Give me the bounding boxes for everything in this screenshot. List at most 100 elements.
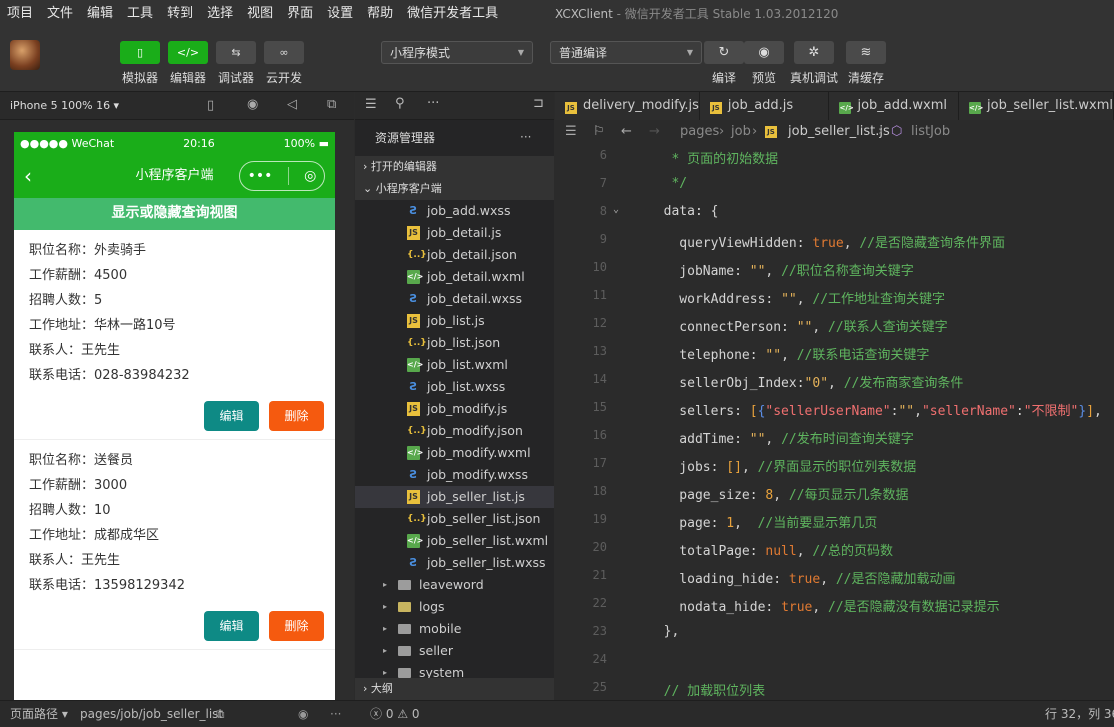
popout-icon[interactable]: ⧉ bbox=[327, 97, 336, 112]
problems-indicator[interactable]: ⓧ 0 ⚠ 0 bbox=[370, 701, 420, 727]
fold-chevron-icon[interactable]: ⌄ bbox=[613, 204, 619, 215]
menu-item-7[interactable]: 界面 bbox=[280, 0, 320, 28]
file-item[interactable]: JS job_seller_list.js bbox=[355, 486, 554, 508]
close-circle-icon[interactable]: ◎ bbox=[304, 168, 316, 184]
editor-tab[interactable]: </> job_seller_list.wxml bbox=[959, 92, 1114, 120]
wxss-file-icon: Ƨ bbox=[409, 380, 418, 393]
cube-icon: ⬡ bbox=[891, 124, 903, 139]
menu-item-2[interactable]: 编辑 bbox=[80, 0, 120, 28]
phone-toggle-button[interactable]: ▯ bbox=[120, 41, 160, 64]
file-item[interactable]: Ƨjob_add.wxss bbox=[355, 200, 554, 222]
more-icon[interactable]: ··· bbox=[330, 701, 341, 727]
outline-section[interactable]: › 大纲 bbox=[355, 678, 554, 700]
layers-icon: ≋ bbox=[860, 45, 872, 60]
file-item[interactable]: {..} job_modify.json bbox=[355, 420, 554, 442]
file-item[interactable]: JS job_modify.js bbox=[355, 398, 554, 420]
eye-icon[interactable]: ◉ bbox=[298, 701, 308, 727]
menu-item-1[interactable]: 文件 bbox=[40, 0, 80, 28]
file-name: job_seller_list.wxss bbox=[427, 555, 546, 570]
editor-tab[interactable]: </> job_add.wxml bbox=[829, 92, 960, 120]
job-title: 职位名称：外卖骑手 bbox=[29, 243, 147, 258]
folder-item[interactable]: ▸ mobile bbox=[355, 618, 554, 640]
bookmark-icon[interactable]: ⚐ bbox=[593, 120, 605, 144]
menu-item-8[interactable]: 设置 bbox=[320, 0, 360, 28]
project-section[interactable]: ⌄ 小程序客户端 bbox=[355, 178, 554, 200]
file-item[interactable]: </> job_detail.wxml bbox=[355, 266, 554, 288]
breadcrumb-pages[interactable]: pages bbox=[680, 120, 719, 144]
folder-item[interactable]: ▸ logs bbox=[355, 596, 554, 618]
capsule-menu[interactable]: ••• ◎ bbox=[239, 161, 325, 191]
menu-item-3[interactable]: 工具 bbox=[120, 0, 160, 28]
bug-button[interactable]: ✲ bbox=[794, 41, 834, 64]
cursor-position[interactable]: 行 32，列 36 bbox=[1045, 701, 1114, 727]
edit-button[interactable]: 编辑 bbox=[204, 611, 259, 641]
menu-item-6[interactable]: 视图 bbox=[240, 0, 280, 28]
file-item[interactable]: JS job_list.js bbox=[355, 310, 554, 332]
file-item[interactable]: {..} job_seller_list.json bbox=[355, 508, 554, 530]
breadcrumb-file[interactable]: job_seller_list.js bbox=[788, 120, 890, 144]
record-icon[interactable]: ◉ bbox=[247, 97, 258, 112]
open-editors-section[interactable]: › 打开的编辑器 bbox=[355, 156, 554, 178]
file-item[interactable]: Ƨjob_modify.wxss bbox=[355, 464, 554, 486]
wxss-file-icon: Ƨ bbox=[409, 556, 418, 569]
json-file-icon: {..} bbox=[407, 426, 427, 436]
file-item[interactable]: </> job_seller_list.wxml bbox=[355, 530, 554, 552]
list-icon[interactable]: ☰ bbox=[365, 97, 377, 112]
refresh-button[interactable]: ↻ bbox=[704, 41, 744, 64]
back-arrow-icon[interactable]: ← bbox=[621, 120, 632, 144]
eye-button[interactable]: ◉ bbox=[744, 41, 784, 64]
more-dots-icon[interactable]: ••• bbox=[248, 168, 273, 184]
user-avatar[interactable] bbox=[10, 40, 40, 70]
forward-arrow-icon[interactable]: → bbox=[649, 120, 660, 144]
layers-button[interactable]: ≋ bbox=[846, 41, 886, 64]
bug-icon: ✲ bbox=[808, 45, 820, 60]
mode-select[interactable]: 小程序模式 ▼ bbox=[381, 41, 533, 64]
phone-icon[interactable]: ▯ bbox=[207, 98, 214, 113]
split-icon[interactable]: ⊐ bbox=[533, 96, 544, 111]
device-select[interactable]: iPhone 5 100% 16 ▾ bbox=[10, 99, 119, 112]
folder-item[interactable]: ▸ seller bbox=[355, 640, 554, 662]
code-toggle-button[interactable]: </> bbox=[168, 41, 208, 64]
menu-item-0[interactable]: 项目 bbox=[0, 0, 40, 28]
edit-button[interactable]: 编辑 bbox=[204, 401, 259, 431]
page-path-menu[interactable]: 页面路径 ▾ bbox=[10, 701, 68, 727]
code-line: addTime: "", //发布时间查询关键字 bbox=[648, 432, 914, 447]
more-icon[interactable]: ··· bbox=[427, 96, 439, 111]
folder-item[interactable]: ▸ leaveword bbox=[355, 574, 554, 596]
debug-switch-toggle-button[interactable]: ⇆ bbox=[216, 41, 256, 64]
cloud-link-toggle-button[interactable]: ∞ bbox=[264, 41, 304, 64]
code-editor[interactable]: ⌄ 6 * 页面的初始数据 7 */ 8 data: {9 queryViewHid… bbox=[555, 144, 1114, 700]
menu-item-9[interactable]: 帮助 bbox=[360, 0, 400, 28]
file-item[interactable]: </> job_list.wxml bbox=[355, 354, 554, 376]
eye-icon: ◉ bbox=[758, 45, 770, 60]
job-contact: 联系人：王先生 bbox=[29, 553, 121, 568]
delete-button[interactable]: 删除 bbox=[269, 401, 324, 431]
menu-item-5[interactable]: 选择 bbox=[200, 0, 240, 28]
menu-item-4[interactable]: 转到 bbox=[160, 0, 200, 28]
folder-icon bbox=[398, 580, 411, 590]
file-item[interactable]: {..} job_list.json bbox=[355, 332, 554, 354]
volume-icon[interactable]: ◁ bbox=[287, 97, 297, 112]
compile-select[interactable]: 普通编译 ▼ bbox=[550, 41, 702, 64]
list-icon[interactable]: ☰ bbox=[565, 120, 577, 144]
breadcrumb-symbol[interactable]: listJob bbox=[911, 120, 950, 144]
file-item[interactable]: Ƨjob_seller_list.wxss bbox=[355, 552, 554, 574]
search-icon[interactable]: ⚲ bbox=[395, 96, 405, 111]
file-item[interactable]: {..} job_detail.json bbox=[355, 244, 554, 266]
file-name: job_list.js bbox=[427, 313, 485, 328]
file-item[interactable]: </> job_modify.wxml bbox=[355, 442, 554, 464]
toggle-query-view-button[interactable]: 显示或隐藏查询视图 bbox=[14, 198, 335, 230]
simulator-header: iPhone 5 100% 16 ▾ ▯ ◉ ◁ ⧉ bbox=[0, 92, 354, 120]
file-item[interactable]: Ƨjob_list.wxss bbox=[355, 376, 554, 398]
menu-item-10[interactable]: 微信开发者工具 bbox=[400, 0, 505, 28]
page-path: pages/job/job_seller_list bbox=[80, 707, 224, 721]
editor-tab[interactable]: JS job_add.js bbox=[699, 92, 830, 120]
editor-tab[interactable]: JS delivery_modify.js bbox=[555, 92, 700, 120]
copy-icon[interactable]: ⧉ bbox=[216, 701, 225, 727]
breadcrumb-job[interactable]: job bbox=[731, 120, 751, 144]
file-item[interactable]: JS job_detail.js bbox=[355, 222, 554, 244]
file-item[interactable]: Ƨjob_detail.wxss bbox=[355, 288, 554, 310]
nav-bar: ‹ 小程序客户端 ••• ◎ bbox=[14, 154, 335, 198]
more-icon[interactable]: ··· bbox=[520, 130, 531, 144]
delete-button[interactable]: 删除 bbox=[269, 611, 324, 641]
